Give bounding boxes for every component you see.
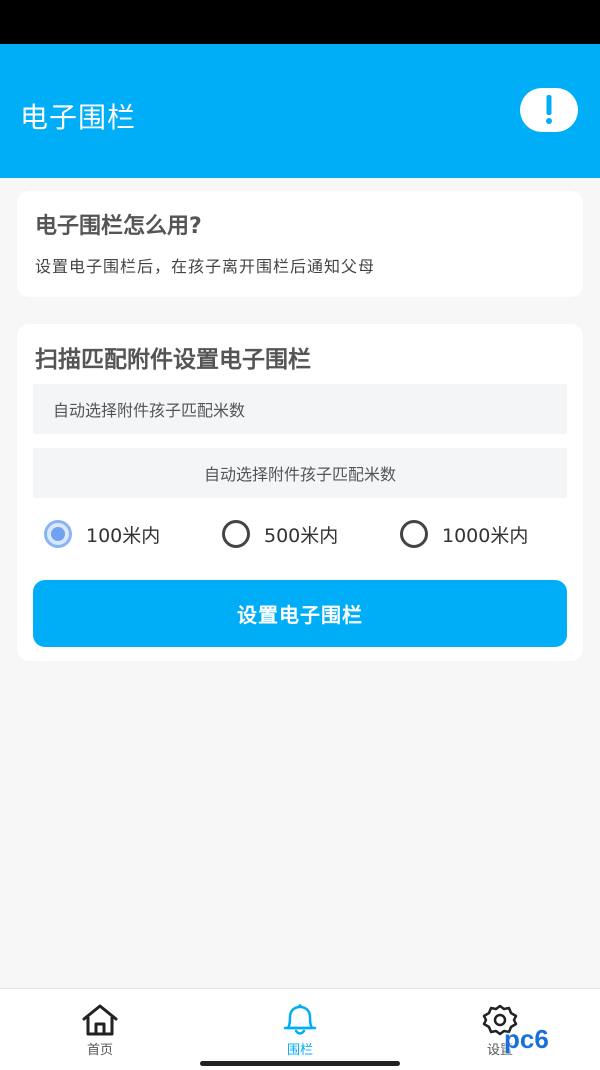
tab-fence-label: 围栏 xyxy=(286,1043,313,1058)
home-icon xyxy=(82,1004,118,1036)
page-title: 电子围栏 xyxy=(20,101,137,134)
radio-dot xyxy=(51,527,65,541)
home-indicator xyxy=(200,1061,400,1066)
howto-description: 设置电子围栏后，在孩子离开围栏后通知父母 xyxy=(35,257,376,276)
tab-fence[interactable]: 围栏 xyxy=(240,989,360,1059)
exclamation-icon xyxy=(546,95,552,124)
bell-icon xyxy=(283,1004,317,1035)
radio-100m[interactable]: 100米内 xyxy=(44,514,160,554)
setup-title: 扫描匹配附件设置电子围栏 xyxy=(35,347,311,373)
set-fence-button[interactable]: 设置电子围栏 xyxy=(33,580,567,647)
app-header: 电子围栏 xyxy=(0,44,600,178)
pc6-watermark: pc6 xyxy=(504,1024,549,1054)
radio-selected-icon xyxy=(44,520,72,548)
tab-home[interactable]: 首页 xyxy=(40,989,160,1059)
auto-match-field-2-text: 自动选择附件孩子匹配米数 xyxy=(203,465,396,484)
status-bar xyxy=(0,0,600,44)
howto-card: 电子围栏怎么用? 设置电子围栏后，在孩子离开围栏后通知父母 xyxy=(17,191,583,297)
radio-unselected-icon xyxy=(400,520,428,548)
radio-1000m[interactable]: 1000米内 xyxy=(400,514,528,554)
distance-radio-group: 100米内 500米内 1000米内 xyxy=(17,514,583,554)
radio-500m-label: 500米内 xyxy=(264,524,339,547)
radio-1000m-label: 1000米内 xyxy=(442,524,529,547)
radio-500m[interactable]: 500米内 xyxy=(222,514,338,554)
radio-unselected-icon xyxy=(222,520,250,548)
info-button[interactable] xyxy=(520,88,578,132)
howto-title: 电子围栏怎么用? xyxy=(35,214,202,239)
auto-match-field-1-text: 自动选择附件孩子匹配米数 xyxy=(53,401,246,420)
setup-card: 扫描匹配附件设置电子围栏 自动选择附件孩子匹配米数 自动选择附件孩子匹配米数 1… xyxy=(17,324,583,661)
auto-match-field-1[interactable]: 自动选择附件孩子匹配米数 xyxy=(33,384,567,434)
tab-home-label: 首页 xyxy=(86,1043,113,1058)
radio-100m-label: 100米内 xyxy=(86,524,161,547)
auto-match-field-2[interactable]: 自动选择附件孩子匹配米数 xyxy=(33,448,567,498)
